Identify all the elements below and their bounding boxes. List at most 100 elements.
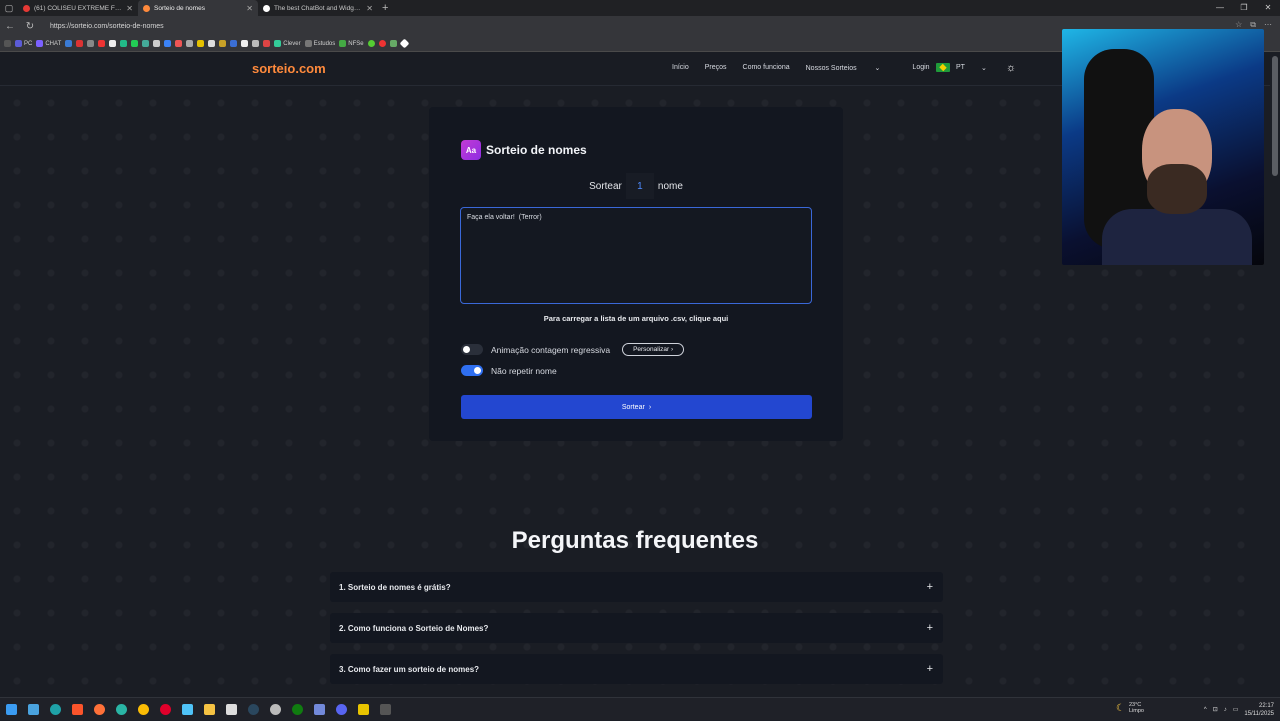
bookmark-icon[interactable] (241, 40, 249, 47)
app-icon[interactable] (374, 698, 396, 720)
bookmark-label: CHAT (45, 40, 62, 47)
bookmark-icon[interactable] (252, 40, 260, 47)
countdown-toggle[interactable] (461, 344, 483, 355)
window-menu-icon[interactable]: ▢ (0, 0, 18, 16)
opera-icon[interactable] (154, 698, 176, 720)
names-textarea[interactable]: Faça ela voltar! (Terror) (460, 207, 812, 304)
app-icon[interactable] (308, 698, 330, 720)
count-suffix: nome (657, 180, 683, 192)
chevron-up-icon[interactable]: ^ (1204, 707, 1207, 713)
widgets-icon[interactable] (22, 698, 44, 720)
nav-login[interactable]: Login (912, 64, 929, 72)
norepeat-toggle[interactable] (461, 365, 483, 376)
bookmark-icon[interactable] (208, 40, 216, 47)
bookmark-icon[interactable] (175, 40, 183, 47)
battery-icon[interactable]: ▭ (1233, 706, 1239, 713)
back-icon[interactable]: ← (4, 21, 16, 32)
steam-icon[interactable] (242, 698, 264, 720)
restore-icon[interactable]: ❐ (1232, 0, 1256, 16)
bookmark-pc[interactable]: PC (15, 40, 32, 47)
browser-tab[interactable]: The best ChatBot and Widgets fo ✕ (258, 0, 378, 16)
bookmark-icon[interactable] (378, 40, 386, 47)
chrome-icon[interactable] (132, 698, 154, 720)
bookmark-icon[interactable] (76, 40, 84, 47)
nav-como-funciona[interactable]: Como funciona (743, 64, 790, 72)
faq-item[interactable]: 2. Como funciona o Sorteio de Nomes? + (330, 613, 943, 643)
csv-upload-link[interactable]: Para carregar a lista de um arquivo .csv… (429, 314, 843, 323)
chevron-right-icon: › (648, 403, 652, 411)
network-icon[interactable]: ⊡ (1213, 706, 1218, 713)
reload-icon[interactable]: ↻ (24, 21, 36, 32)
bookmark-clever[interactable]: Clever (274, 40, 301, 47)
bookmark-nfse[interactable]: NFSe (339, 40, 364, 47)
bookmark-icon[interactable] (367, 40, 375, 47)
norepeat-label: Não repetir nome (491, 365, 557, 376)
nav-inicio[interactable]: Início (672, 64, 689, 72)
bookmark-icon[interactable] (399, 38, 410, 49)
store-icon[interactable] (220, 698, 242, 720)
sortear-label: Sortear (621, 403, 645, 411)
bookmark-estudos[interactable]: Estudos (304, 40, 335, 47)
discord-icon[interactable] (330, 698, 352, 720)
bookmark-icon[interactable] (389, 40, 397, 47)
bookmark-icon[interactable] (164, 40, 172, 47)
close-tab-icon[interactable]: ✕ (126, 4, 133, 13)
countdown-toggle-row: Animação contagem regressiva Personaliza… (461, 343, 685, 356)
bookmark-icon[interactable] (142, 40, 150, 47)
count-prefix: Sortear (589, 180, 622, 192)
page-scrollbar[interactable] (1270, 52, 1280, 697)
url-field[interactable]: https://sorteio.com/sorteio-de-nomes (50, 23, 164, 30)
xbox-icon[interactable] (286, 698, 308, 720)
app-icon[interactable] (352, 698, 374, 720)
close-tab-icon[interactable]: ✕ (366, 4, 373, 13)
brave-icon[interactable] (66, 698, 88, 720)
sun-icon[interactable]: ☼ (1006, 62, 1016, 74)
site-logo[interactable]: sorteio.com (252, 61, 326, 76)
browser-tab-active[interactable]: Sorteio de nomes ✕ (138, 0, 258, 16)
scrollbar-thumb[interactable] (1272, 56, 1278, 176)
app-icon[interactable] (176, 698, 198, 720)
bookmark-icon[interactable] (98, 40, 106, 47)
bookmark-icon[interactable] (109, 40, 117, 47)
bookmark-icon[interactable] (153, 40, 161, 47)
faq-item[interactable]: 3. Como fazer um sorteio de nomes? + (330, 654, 943, 684)
app-icon[interactable] (264, 698, 286, 720)
volume-icon[interactable]: ♪ (1224, 707, 1227, 713)
count-row: Sortear 1 nome (429, 173, 843, 199)
close-tab-icon[interactable]: ✕ (246, 4, 253, 13)
bookmark-icon[interactable] (219, 40, 227, 47)
windows-start-icon[interactable] (0, 698, 22, 720)
close-window-icon[interactable]: ✕ (1256, 0, 1280, 16)
clock-time: 22:17 (1258, 702, 1274, 709)
nav-precos[interactable]: Preços (705, 64, 727, 72)
bookmark-icon[interactable] (120, 40, 128, 47)
minimize-icon[interactable]: — (1208, 0, 1232, 16)
nav-nossos-sorteios[interactable]: Nossos Sorteios ⌄ (806, 64, 897, 72)
bookmark-icon[interactable] (65, 40, 73, 47)
folder-icon[interactable] (198, 698, 220, 720)
language-selector[interactable]: PT ⌄ (936, 63, 987, 72)
bookmark-icon[interactable] (263, 40, 271, 47)
clock[interactable]: 22:17 15/11/2025 (1244, 702, 1274, 718)
customize-button[interactable]: Personalizar › (622, 343, 685, 356)
bookmark-icon[interactable] (197, 40, 205, 47)
bookmark-icon[interactable] (186, 40, 194, 47)
bookmark-icon[interactable] (230, 40, 238, 47)
plus-icon: + (926, 663, 933, 675)
firefox-icon[interactable] (88, 698, 110, 720)
windows-taskbar: ☾ 23°C Limpo ^ ⊡ ♪ ▭ 22:17 15/11/2025 (0, 697, 1280, 720)
faq-item[interactable]: 1. Sorteio de nomes é grátis? + (330, 572, 943, 602)
browser-tab[interactable]: (61) COLISEU EXTREME FIGHT - A ✕ (18, 0, 138, 16)
edge-icon[interactable] (44, 698, 66, 720)
edge-dev-icon[interactable] (110, 698, 132, 720)
weather-widget[interactable]: ☾ 23°C Limpo (1116, 702, 1144, 714)
bookmark-icon[interactable] (131, 40, 139, 47)
chevron-right-icon: › (671, 346, 674, 353)
bookmark-icon[interactable] (87, 40, 95, 47)
bookmark-chat[interactable]: CHAT (36, 40, 61, 47)
sortear-button[interactable]: Sortear › (461, 395, 812, 419)
menu-dots-icon[interactable]: ⋯ (1264, 20, 1272, 30)
bookmark-icon[interactable] (4, 40, 11, 47)
new-tab-icon[interactable]: + (382, 2, 388, 14)
count-input[interactable]: 1 (625, 173, 654, 199)
